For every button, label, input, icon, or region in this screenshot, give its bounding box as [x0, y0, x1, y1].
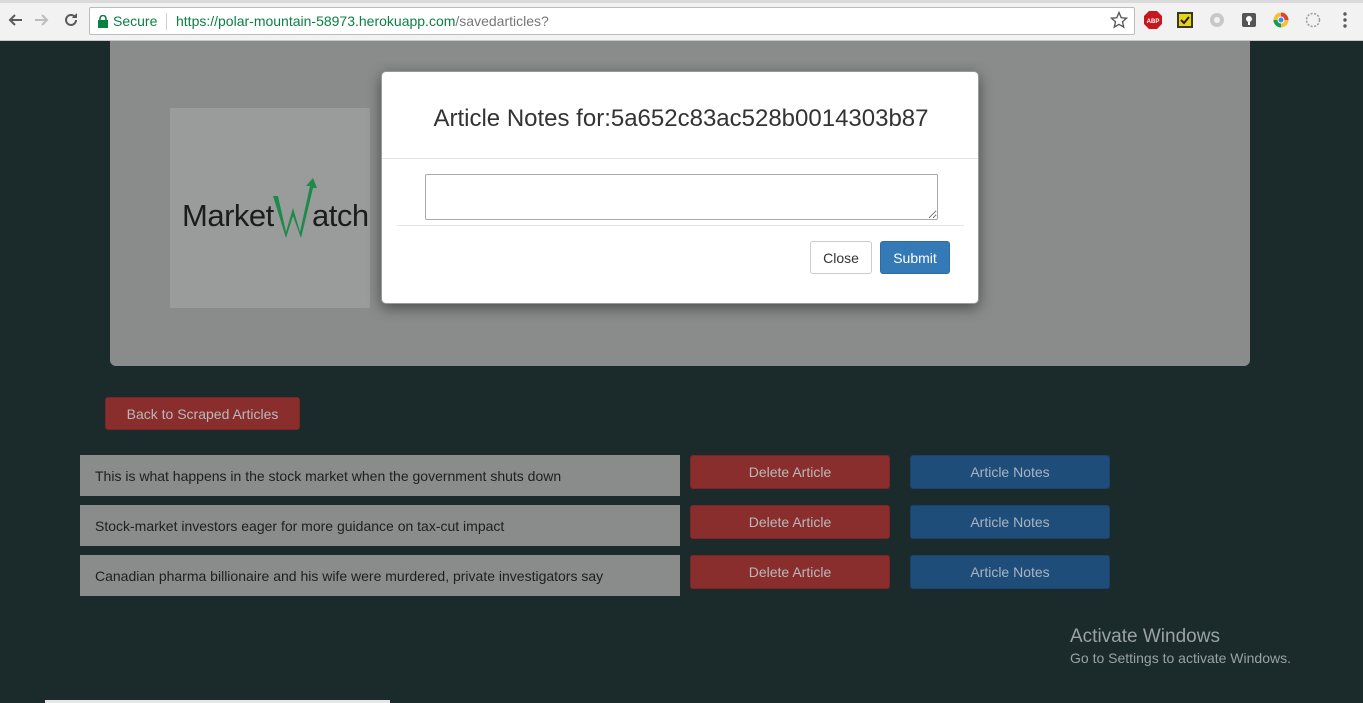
modal-footer-divider — [397, 225, 964, 226]
modal-header-divider — [382, 158, 978, 159]
secure-label: Secure — [113, 13, 158, 29]
logo-text-market: Market — [182, 198, 275, 233]
close-button[interactable]: Close — [810, 241, 872, 274]
circle-extension-icon[interactable] — [1208, 11, 1226, 29]
url-text[interactable]: https://polar-mountain-58973.herokuapp.c… — [176, 13, 549, 29]
browser-toolbar: Secure https://polar-mountain-58973.hero… — [0, 0, 1363, 41]
back-to-scraped-button[interactable]: Back to Scraped Articles — [105, 397, 300, 430]
chrome-extension-icon[interactable] — [1272, 11, 1290, 29]
note-textarea[interactable] — [425, 174, 938, 220]
address-bar[interactable]: Secure https://polar-mountain-58973.hero… — [89, 7, 1135, 35]
abp-icon[interactable]: ABP — [1144, 11, 1162, 29]
delete-article-button[interactable]: Delete Article — [690, 505, 890, 539]
article-notes-button[interactable]: Article Notes — [910, 455, 1110, 489]
watermark-subtitle: Go to Settings to activate Windows. — [1070, 650, 1291, 666]
article-notes-button[interactable]: Article Notes — [910, 555, 1110, 589]
modal-title: Article Notes for:5a652c83ac528b0014303b… — [433, 105, 929, 132]
delete-article-button[interactable]: Delete Article — [690, 555, 890, 589]
windows-activation-watermark: Activate Windows Go to Settings to activ… — [1070, 626, 1291, 666]
article-notes-modal: Article Notes for:5a652c83ac528b0014303b… — [381, 71, 979, 304]
watermark-title: Activate Windows — [1070, 626, 1220, 647]
dotted-circle-extension-icon[interactable] — [1304, 11, 1322, 29]
menu-kebab-icon[interactable] — [1336, 11, 1354, 29]
article-title: Stock-market investors eager for more gu… — [80, 505, 680, 546]
reload-icon[interactable] — [60, 9, 82, 31]
bookmark-star-icon[interactable] — [1109, 10, 1129, 32]
delete-article-button[interactable]: Delete Article — [690, 455, 890, 489]
forward-arrow-icon[interactable] — [31, 9, 53, 31]
article-title: Canadian pharma billionaire and his wife… — [80, 555, 680, 596]
submit-button[interactable]: Submit — [880, 241, 950, 274]
address-divider — [166, 13, 167, 30]
keep-extension-icon[interactable] — [1240, 11, 1258, 29]
url-path: /savedarticles? — [455, 13, 549, 29]
lock-icon — [98, 14, 108, 28]
abp-label: ABP — [1147, 19, 1160, 25]
url-host: https://polar-mountain-58973.herokuapp.c… — [176, 13, 456, 29]
logo-text-atch: atch — [312, 198, 369, 233]
article-notes-button[interactable]: Article Notes — [910, 505, 1110, 539]
marketwatch-logo: Market atch — [170, 108, 370, 308]
article-title: This is what happens in the stock market… — [80, 455, 680, 496]
back-arrow-icon[interactable] — [4, 9, 26, 31]
logo-w-mark — [273, 178, 317, 238]
checkmark-extension-icon[interactable] — [1176, 11, 1194, 29]
secure-indicator[interactable]: Secure — [98, 13, 157, 29]
tab-strip — [0, 0, 1363, 3]
